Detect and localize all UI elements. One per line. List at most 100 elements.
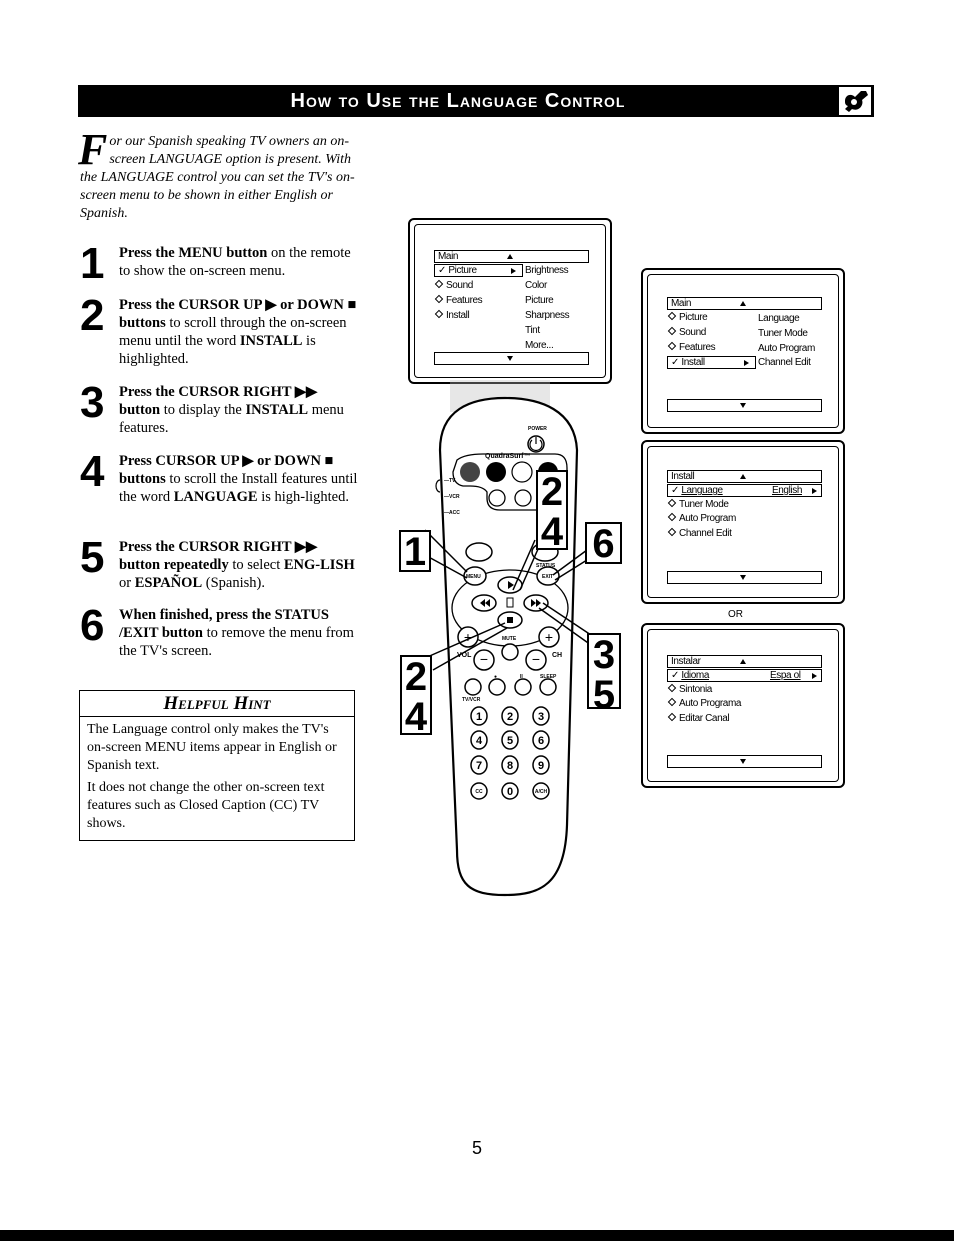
tv-screen-install-spanish: Instalar ✓ Idioma Espa ol Sintonia Auto P… xyxy=(641,623,845,788)
menu-item[interactable]: Sintonia xyxy=(667,683,712,697)
menu-item[interactable]: Editar Canal xyxy=(667,712,730,726)
menu-bottom-bar xyxy=(667,571,822,584)
menu-item-picture-selected[interactable]: ✓ Picture xyxy=(434,264,523,277)
step-number: 6 xyxy=(80,601,105,650)
bullet-icon xyxy=(667,311,677,321)
tv-screen-install-english: Install ✓ Language English Tuner Mode Aut… xyxy=(641,440,845,604)
bullet-icon xyxy=(434,294,444,304)
step-text-regular: (Spanish). xyxy=(202,575,265,591)
menu-item-install-selected[interactable]: ✓ Install xyxy=(667,356,756,369)
menu-title: Install xyxy=(671,471,695,482)
menu-item-features[interactable]: Features xyxy=(434,294,483,308)
tv-screen-main-picture: Main ✓ Picture Sound Features Install Br… xyxy=(408,218,612,384)
submenu-item: Auto Program xyxy=(758,343,815,354)
menu-item-install[interactable]: Install xyxy=(434,309,470,323)
callout-number: 2 xyxy=(540,470,564,514)
menu-bottom-bar xyxy=(667,399,822,412)
menu-item-picture[interactable]: Picture xyxy=(667,311,708,325)
submenu-item: Channel Edit xyxy=(758,357,811,368)
submenu-item: Language xyxy=(758,313,800,324)
callout-steps-2-4-top: 24 xyxy=(536,470,568,554)
menu-item-features[interactable]: Features xyxy=(667,341,716,355)
step-3: 3 Press the CURSOR RIGHT ▶▶ button to dis… xyxy=(80,378,360,437)
menu-item-label: Install xyxy=(446,310,470,321)
step-text: Press CURSOR UP ▶ or DOWN ■ buttons to s… xyxy=(119,452,360,506)
bullet-icon xyxy=(667,712,677,722)
submenu-item: Brightness xyxy=(525,265,569,276)
scroll-down-icon xyxy=(740,759,746,764)
callout-step-1: 1 xyxy=(399,530,431,572)
menu-item[interactable]: Tuner Mode xyxy=(667,498,729,512)
menu-item[interactable]: Auto Programa xyxy=(667,697,741,711)
step-number: 5 xyxy=(80,533,105,582)
menu-item-sound[interactable]: Sound xyxy=(434,279,473,293)
step-number: 2 xyxy=(80,291,105,340)
arrow-right-icon xyxy=(744,360,749,366)
scroll-up-icon xyxy=(740,659,746,664)
menu-title: Main xyxy=(671,298,692,309)
submenu-item: Sharpness xyxy=(525,310,570,321)
step-number: 3 xyxy=(80,378,105,427)
step-text: Press the CURSOR RIGHT ▶▶ button repeate… xyxy=(119,538,360,592)
menu-item-idioma-selected[interactable]: ✓ Idioma Espa ol xyxy=(667,669,822,682)
bullet-icon xyxy=(667,512,677,522)
callout-step-6: 6 xyxy=(585,522,622,564)
power-label: POWER xyxy=(528,426,547,432)
submenu-item: Tuner Mode xyxy=(758,328,808,339)
arrow-right-icon xyxy=(812,488,817,494)
menu-title-bar: Main xyxy=(434,250,589,263)
intro-text: or our Spanish speaking TV owners an on-… xyxy=(80,134,355,221)
menu-item-label: Auto Program xyxy=(679,513,736,524)
menu-item-label: Channel Edit xyxy=(679,528,732,539)
bullet-icon xyxy=(667,527,677,537)
callout-number: 5 xyxy=(592,673,616,717)
menu-item-label: Sound xyxy=(446,280,473,291)
scroll-up-icon xyxy=(507,254,513,259)
menu-item-sound[interactable]: Sound xyxy=(667,326,706,340)
step-text-bold: ESPAÑOL xyxy=(134,575,203,591)
footer-bar xyxy=(0,1230,954,1241)
menu-title-bar: Main xyxy=(667,297,822,310)
step-text: Press the CURSOR UP ▶ or DOWN ■ buttons … xyxy=(119,296,360,368)
step-text-bold: INSTALL xyxy=(239,333,303,349)
step-text-regular: or xyxy=(119,575,135,591)
step-4: 4 Press CURSOR UP ▶ or DOWN ■ buttons to … xyxy=(80,447,360,506)
menu-item-language-selected[interactable]: ✓ Language English xyxy=(667,484,822,497)
tv-screen-main-install: Main Picture Sound Features ✓ Install La… xyxy=(641,268,845,434)
bullet-icon xyxy=(434,279,444,289)
menu-item-label: Idioma xyxy=(681,670,709,681)
scroll-down-icon xyxy=(740,575,746,580)
step-text-bold: Press the MENU button xyxy=(119,245,268,261)
step-text-bold: INSTALL xyxy=(245,402,309,418)
menu-item-label: Language xyxy=(681,485,723,496)
submenu-item: Tint xyxy=(525,325,540,336)
menu-item-label: Picture xyxy=(679,312,708,323)
hint-paragraph: It does not change the other on-screen t… xyxy=(87,780,325,831)
language-value: English xyxy=(772,485,802,496)
callout-steps-3-5: 35 xyxy=(587,633,621,715)
page-number: 5 xyxy=(471,1138,482,1158)
step-number: 1 xyxy=(80,239,105,288)
menu-item-label: Auto Programa xyxy=(679,698,742,709)
menu-title: Instalar xyxy=(671,656,701,667)
scroll-up-icon xyxy=(740,301,746,306)
step-2: 2 Press the CURSOR UP ▶ or DOWN ■ buttons… xyxy=(80,291,360,368)
cc-button-label: CC xyxy=(475,789,483,795)
menu-bottom-bar xyxy=(434,352,589,365)
step-text-regular: to select xyxy=(228,557,284,573)
menu-item[interactable]: Auto Program xyxy=(667,512,736,526)
hint-paragraph: The Language control only makes the TV's… xyxy=(87,722,337,773)
bullet-icon xyxy=(667,341,677,351)
step-number: 4 xyxy=(80,447,105,496)
menu-title-bar: Install xyxy=(667,470,822,483)
menu-item-label: Features xyxy=(446,295,483,306)
callout-number: 4 xyxy=(540,510,564,554)
scroll-up-icon xyxy=(740,474,746,479)
bullet-icon xyxy=(667,683,677,693)
menu-item[interactable]: Channel Edit xyxy=(667,527,732,541)
menu-title: Main xyxy=(438,251,459,262)
step-text-bold: LANGUAGE xyxy=(173,489,258,505)
scroll-down-icon xyxy=(740,403,746,408)
intro-paragraph: For our Spanish speaking TV owners an on… xyxy=(78,128,360,223)
submenu-item: Picture xyxy=(525,295,554,306)
